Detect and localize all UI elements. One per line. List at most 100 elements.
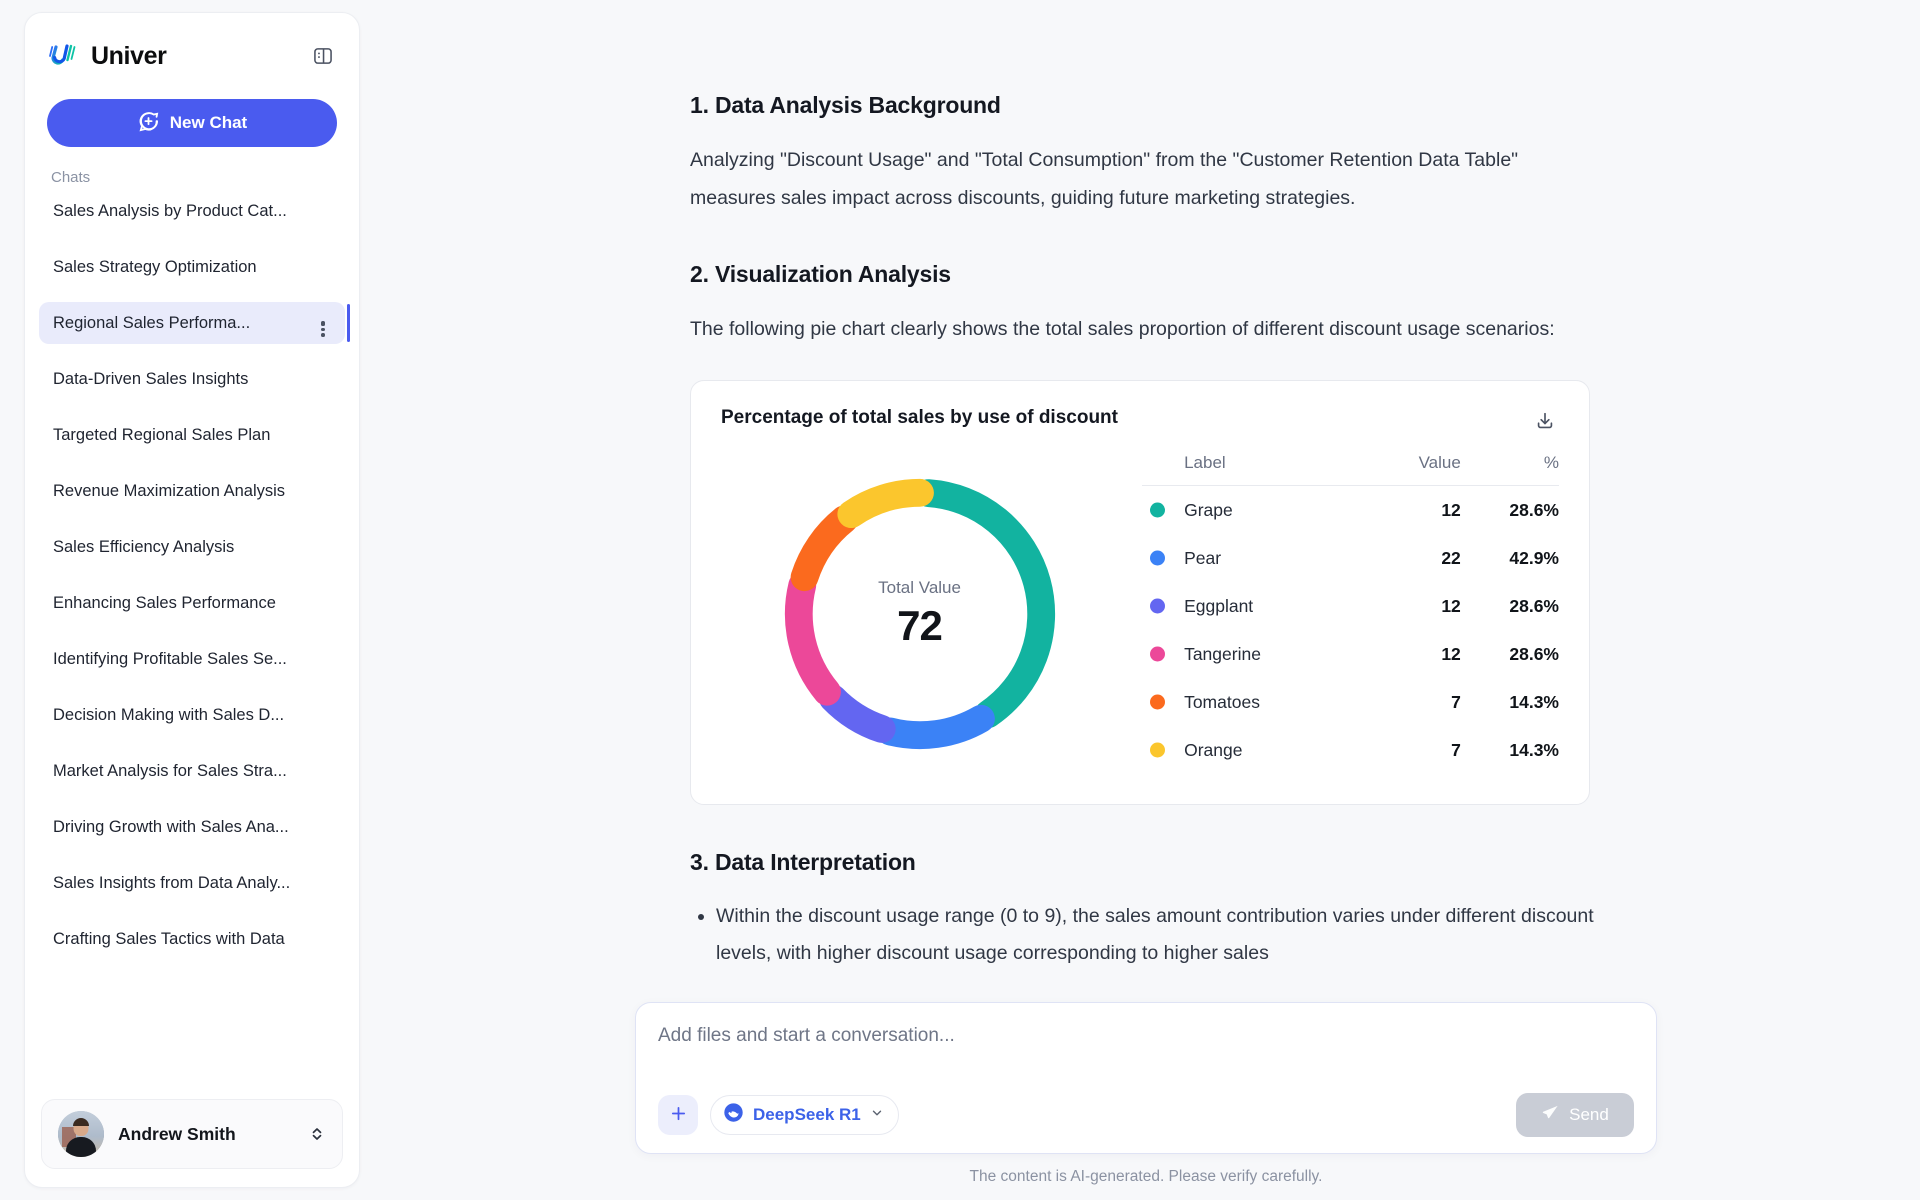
legend-color-dot: [1150, 694, 1166, 710]
legend-row[interactable]: Pear 22 42.9%: [1142, 534, 1559, 582]
legend-row[interactable]: Grape 12 28.6%: [1142, 486, 1559, 535]
chat-list-item[interactable]: Regional Sales Performa...: [39, 302, 350, 344]
chats-heading: Chats: [51, 169, 91, 186]
legend-percent: 28.6%: [1509, 643, 1559, 664]
chat-list-item[interactable]: Market Analysis for Sales Stra...: [39, 750, 345, 792]
donut-segment[interactable]: [875, 704, 995, 749]
univer-logo-icon: [47, 39, 81, 73]
legend-color-dot: [1150, 502, 1166, 518]
avatar: [58, 1111, 104, 1157]
donut-svg: [784, 478, 1055, 749]
chat-list-item[interactable]: Driving Growth with Sales Ana...: [39, 806, 345, 848]
chat-list-item[interactable]: Sales Insights from Data Analy...: [39, 862, 345, 904]
chat-item-label: Decision Making with Sales D...: [53, 705, 285, 724]
active-accent-bar: [346, 304, 350, 342]
send-button[interactable]: Send: [1516, 1093, 1634, 1137]
search-input[interactable]: [658, 1023, 1634, 1073]
legend-label: Orange: [1142, 726, 1377, 774]
legend-label: Eggplant: [1142, 582, 1377, 630]
send-label: Send: [1569, 1105, 1609, 1124]
download-icon[interactable]: [1531, 407, 1559, 435]
chat-item-label: Sales Analysis by Product Cat...: [53, 201, 287, 220]
legend-value: 7: [1451, 739, 1461, 760]
legend-col-label: Label: [1142, 453, 1378, 486]
add-files-button[interactable]: [658, 1095, 698, 1135]
chat-item-label: Targeted Regional Sales Plan: [53, 425, 271, 444]
donut-segment[interactable]: [790, 504, 858, 591]
composer-zone: DeepSeek R1 Send: [372, 976, 1920, 1200]
donut-segment[interactable]: [784, 570, 841, 706]
brand-name: Univer: [91, 41, 167, 70]
legend-label: Tomatoes: [1142, 678, 1377, 726]
chat-list-item[interactable]: Sales Analysis by Product Cat...: [39, 190, 345, 232]
chat-list-item[interactable]: Sales Strategy Optimization: [39, 246, 345, 288]
chat-list-item[interactable]: Sales Efficiency Analysis: [39, 526, 345, 568]
send-paper-plane-icon: [1541, 1103, 1560, 1127]
composer[interactable]: DeepSeek R1 Send: [635, 1002, 1657, 1154]
chart-card: Percentage of total sales by use of disc…: [690, 380, 1590, 805]
section-heading-1: 1. Data Analysis Background: [690, 92, 1001, 118]
chevron-up-down-icon[interactable]: [308, 1126, 326, 1142]
sidebar-footer: Andrew Smith: [25, 1089, 359, 1187]
legend-row[interactable]: Tangerine 12 28.6%: [1142, 630, 1559, 678]
legend-col-percent: %: [1460, 453, 1559, 486]
chart-header: Percentage of total sales by use of disc…: [721, 407, 1559, 435]
legend-percent: 14.3%: [1509, 691, 1559, 712]
chat-item-more-icon[interactable]: [313, 312, 333, 337]
list-item: Within the discount usage range (0 to 9)…: [716, 898, 1602, 972]
chat-list-item[interactable]: Targeted Regional Sales Plan: [39, 414, 345, 456]
chat-list-item[interactable]: Data-Driven Sales Insights: [39, 358, 345, 400]
section-heading-3: 3. Data Interpretation: [690, 849, 916, 875]
chat-item-label: Sales Strategy Optimization: [53, 257, 257, 276]
user-name: Andrew Smith: [118, 1123, 236, 1144]
chat-item-label: Crafting Sales Tactics with Data: [53, 929, 285, 948]
legend-row[interactable]: Orange 7 14.3%: [1142, 726, 1559, 774]
legend-value: 12: [1441, 499, 1461, 520]
legend-label: Tangerine: [1142, 630, 1377, 678]
legend-label: Grape: [1142, 486, 1377, 535]
legend-value: 12: [1441, 595, 1461, 616]
chat-item-label: Identifying Profitable Sales Se...: [53, 649, 287, 668]
chat-list-item[interactable]: Crafting Sales Tactics with Data: [39, 918, 345, 960]
chat-item-label: Sales Insights from Data Analy...: [53, 873, 291, 892]
new-chat-button[interactable]: New Chat: [47, 99, 337, 147]
chat-item-label: Driving Growth with Sales Ana...: [53, 817, 289, 836]
new-chat-label: New Chat: [169, 113, 248, 132]
section-paragraph-2: The following pie chart clearly shows th…: [690, 318, 1555, 340]
legend-color-dot: [1150, 550, 1166, 566]
panel-toggle-icon[interactable]: [309, 42, 337, 70]
donut-segment[interactable]: [818, 683, 896, 743]
legend-color-dot: [1150, 742, 1166, 758]
legend-value: 22: [1441, 547, 1461, 568]
chat-item-label: Enhancing Sales Performance: [53, 593, 276, 612]
chat-list-item[interactable]: Revenue Maximization Analysis: [39, 470, 345, 512]
app-root: Univer New Chat Chats Sales Analysis by …: [0, 0, 1920, 1200]
chat-item-label: Market Analysis for Sales Stra...: [53, 761, 287, 780]
legend-row[interactable]: Tomatoes 7 14.3%: [1142, 678, 1559, 726]
legend-percent: 28.6%: [1509, 595, 1559, 616]
composer-toolbar: DeepSeek R1 Send: [658, 1093, 1634, 1137]
chat-list-item[interactable]: Enhancing Sales Performance: [39, 582, 345, 624]
chat-list-item[interactable]: Decision Making with Sales D...: [39, 694, 345, 736]
legend-header-row: Label Value %: [1142, 453, 1559, 486]
legend-col-value: Value: [1377, 453, 1461, 486]
chat-list[interactable]: Sales Analysis by Product Cat... Sales St…: [25, 190, 359, 1089]
legend-value: 7: [1451, 691, 1461, 712]
chart-title: Percentage of total sales by use of disc…: [721, 407, 1118, 428]
user-profile-card[interactable]: Andrew Smith: [41, 1099, 343, 1169]
model-selector[interactable]: DeepSeek R1: [710, 1095, 899, 1135]
ai-disclaimer: The content is AI-generated. Please veri…: [969, 1168, 1323, 1185]
interpretation-list: Within the discount usage range (0 to 9)…: [690, 898, 1602, 972]
legend-percent: 42.9%: [1509, 547, 1559, 568]
donut-segment[interactable]: [836, 478, 934, 528]
message-thread: 1. Data Analysis Background Analyzing "D…: [690, 92, 1602, 972]
chat-item-label: Sales Efficiency Analysis: [53, 537, 235, 556]
legend-color-dot: [1150, 646, 1166, 662]
legend-row[interactable]: Eggplant 12 28.6%: [1142, 582, 1559, 630]
chat-item-label: Data-Driven Sales Insights: [53, 369, 249, 388]
donut-chart[interactable]: Total Value 72: [721, 465, 1118, 763]
sidebar-container: Univer New Chat Chats Sales Analysis by …: [0, 0, 372, 1200]
chat-item-label: Regional Sales Performa...: [53, 313, 251, 332]
chat-list-item[interactable]: Identifying Profitable Sales Se...: [39, 638, 345, 680]
donut-segment[interactable]: [914, 478, 1055, 728]
